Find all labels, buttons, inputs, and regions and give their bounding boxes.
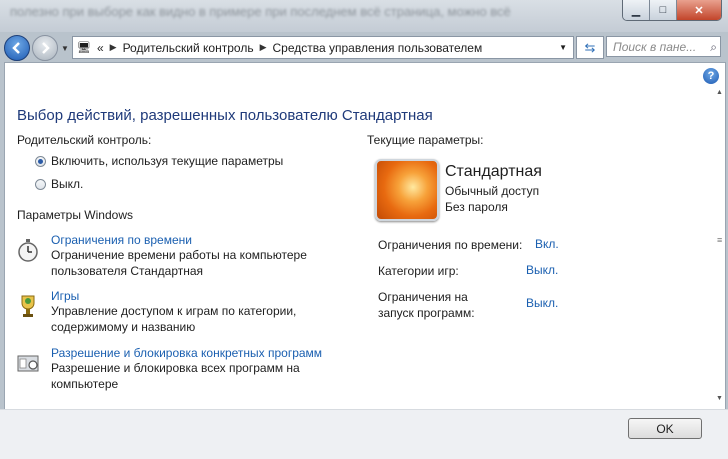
param-time-limits-value: Вкл. [535, 237, 559, 251]
parental-control-label: Родительский контроль: [17, 133, 152, 147]
param-game-categories-value: Выкл. [526, 263, 559, 277]
refresh-icon: ⇆ [584, 40, 596, 55]
param-game-categories-label: Категории игр: [378, 264, 459, 278]
setting-program-block: Разрешение и блокировка конкретных прогр… [15, 346, 322, 392]
back-arrow-icon [12, 42, 20, 54]
scrollbar[interactable]: ▲ ≡ ▼ [715, 89, 725, 409]
chevron-right-icon[interactable]: ▶ [260, 42, 267, 53]
forward-arrow-icon [42, 42, 50, 54]
navigation-bar: ▼ 🖥 « ▶ Родительский контроль ▶ Средства… [0, 32, 728, 62]
windows-settings-label: Параметры Windows [17, 208, 133, 222]
radio-off[interactable]: Выкл. [35, 177, 83, 191]
forward-button[interactable] [32, 35, 58, 61]
program-block-link[interactable]: Разрешение и блокировка конкретных прогр… [51, 346, 322, 360]
radio-enable[interactable]: Включить, используя текущие параметры [35, 154, 283, 168]
param-time-limits-label: Ограничения по времени: [378, 238, 523, 252]
back-button[interactable] [4, 35, 30, 61]
search-placeholder: Поиск в пане... [613, 40, 697, 54]
search-icon[interactable]: ⌕ [710, 37, 717, 58]
breadcrumb-user-controls[interactable]: Средства управления пользователем [273, 41, 483, 55]
scroll-down-icon[interactable]: ▼ [716, 395, 723, 402]
title-bar: полезно при выборе как видно в примере п… [0, 0, 728, 32]
maximize-button[interactable]: □ [649, 0, 676, 20]
minimize-button[interactable]: ▁ [623, 0, 649, 20]
setting-games: Игры Управление доступом к играм по кате… [15, 289, 296, 335]
time-limits-description-line2: пользователя Стандартная [51, 264, 204, 278]
history-dropdown-icon[interactable]: ▼ [61, 44, 69, 53]
close-button[interactable]: ✕ [676, 0, 721, 20]
scroll-up-icon[interactable]: ▲ [716, 89, 723, 96]
param-program-limits-value: Выкл. [526, 296, 559, 310]
address-bar[interactable]: 🖥 « ▶ Родительский контроль ▶ Средства у… [72, 36, 574, 59]
radio-off-label[interactable]: Выкл. [51, 177, 83, 191]
program-block-icon [17, 355, 39, 372]
time-limits-link[interactable]: Ограничения по времени [51, 233, 307, 247]
param-program-limits-label-line1: Ограничения на [378, 290, 468, 304]
control-panel-icon: 🖥 [77, 42, 91, 54]
address-dropdown-icon[interactable]: ▼ [559, 43, 567, 52]
breadcrumb-parental-control[interactable]: Родительский контроль [123, 41, 254, 55]
breadcrumb-prefix[interactable]: « [97, 41, 104, 55]
games-link[interactable]: Игры [51, 289, 296, 303]
radio-button[interactable] [35, 178, 46, 190]
param-program-limits-label-line2: запуск программ: [378, 306, 475, 320]
account-type: Обычный доступ [445, 184, 540, 198]
refresh-button[interactable]: ⇆ [576, 36, 604, 59]
window-controls: ▁ □ ✕ [622, 0, 722, 21]
user-avatar [375, 159, 439, 221]
program-block-description-line1: Разрешение и блокировка всех программ на [51, 361, 300, 375]
radio-button-selected[interactable] [35, 155, 46, 167]
time-limits-description-line1: Ограничение времени работы на компьютере [51, 248, 307, 262]
chevron-right-icon[interactable]: ▶ [110, 42, 117, 53]
search-input[interactable]: Поиск в пане... ⌕ [606, 36, 721, 57]
user-name: Стандартная [445, 163, 542, 180]
stopwatch-icon [18, 239, 38, 262]
setting-time-limits: Ограничения по времени Ограничение време… [15, 233, 307, 279]
radio-enable-label[interactable]: Включить, используя текущие параметры [51, 154, 283, 168]
games-description-line1: Управление доступом к играм по категории… [51, 304, 297, 318]
password-status: Без пароля [445, 200, 508, 214]
current-settings-label: Текущие параметры: [367, 133, 484, 147]
trophy-icon [21, 295, 35, 317]
content-pane: ? ▲ ≡ ▼ Выбор действий, разрешенных поль… [4, 62, 726, 410]
page-title: Выбор действий, разрешенных пользователю… [17, 107, 433, 124]
scroll-grip-icon[interactable]: ≡ [717, 236, 722, 245]
footer-bar: OK [0, 409, 728, 459]
background-blurred-text: полезно при выборе как видно в примере п… [10, 4, 511, 19]
help-icon[interactable]: ? [703, 68, 719, 84]
games-description-line2: содержимому и названию [51, 320, 196, 334]
ok-button[interactable]: OK [628, 418, 702, 439]
program-block-description-line2: компьютере [51, 377, 119, 391]
